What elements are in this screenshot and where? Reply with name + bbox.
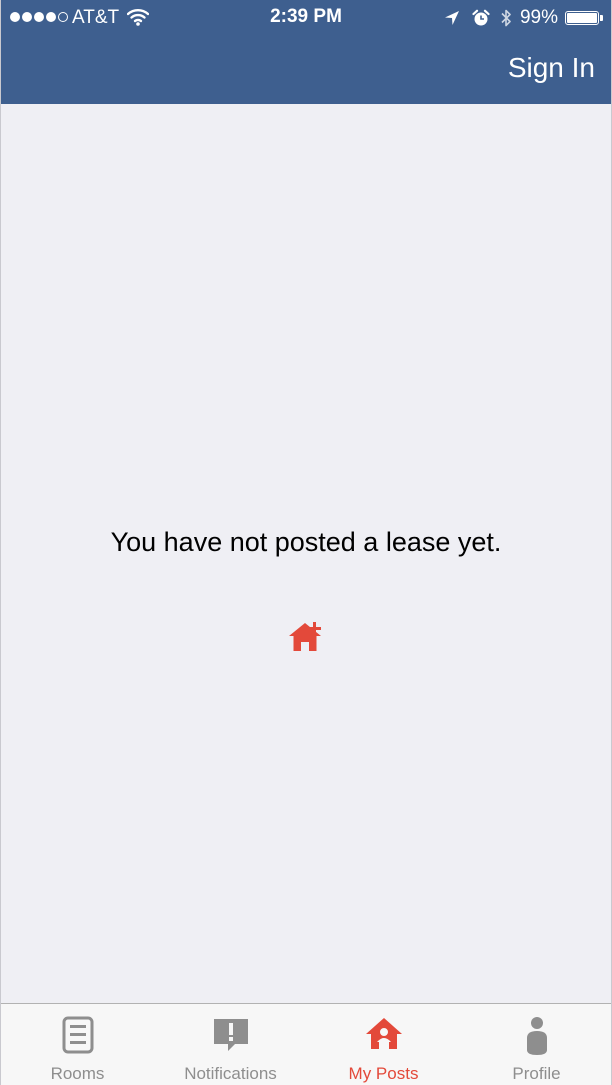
header: AT&T 2:39 PM 99% Sign In [1, 0, 611, 104]
battery-percent: 99% [519, 7, 558, 28]
tab-profile-label: Profile [512, 1064, 561, 1083]
alert-bubble-icon [211, 1016, 251, 1059]
home-person-icon [365, 1016, 403, 1055]
tab-profile[interactable]: Profile [460, 1004, 611, 1085]
bluetooth-icon [500, 8, 512, 28]
tab-bar: Rooms Notifications My Posts Profile [1, 1003, 611, 1085]
battery-icon [565, 11, 599, 25]
status-bar: AT&T 2:39 PM 99% [1, 0, 611, 36]
tab-notifications[interactable]: Notifications [154, 1004, 307, 1085]
tab-my-posts-label: My Posts [348, 1064, 419, 1083]
list-document-icon [62, 1016, 94, 1059]
add-home-icon[interactable] [287, 619, 327, 658]
battery-tip [600, 15, 603, 21]
app-screen: AT&T 2:39 PM 99% Sign In You have not po… [0, 0, 612, 1085]
sign-in-button[interactable]: Sign In [508, 52, 595, 84]
location-arrow-icon [444, 10, 460, 26]
status-right-group: 99% [444, 6, 603, 30]
battery-fill [567, 13, 597, 23]
empty-state-message: You have not posted a lease yet. [110, 527, 502, 557]
tab-notifications-label: Notifications [184, 1064, 277, 1083]
alarm-clock-icon [472, 9, 490, 27]
person-icon [524, 1016, 550, 1061]
tab-rooms[interactable]: Rooms [1, 1004, 154, 1085]
tab-my-posts[interactable]: My Posts [307, 1004, 460, 1085]
tab-rooms-label: Rooms [50, 1064, 105, 1083]
